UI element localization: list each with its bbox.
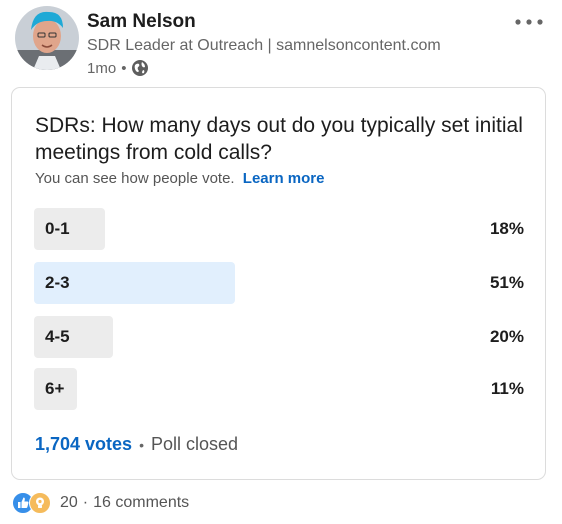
- poll-option: 4-5 20%: [34, 316, 524, 358]
- insightful-icon: [29, 492, 51, 514]
- post-timestamp: 1mo: [87, 59, 117, 77]
- poll-option: 2-3 51%: [34, 262, 524, 304]
- poll-visibility-note: You can see how people vote. Learn more: [35, 170, 324, 187]
- globe-icon: [131, 59, 149, 77]
- poll-option-percent: 18%: [489, 219, 524, 238]
- poll-status: Poll closed: [150, 434, 239, 454]
- footer-separator: •: [139, 436, 144, 453]
- meta-separator: •: [121, 59, 127, 77]
- poll-card: SDRs: How many days out do you typically…: [11, 87, 546, 480]
- avatar-image: [15, 6, 79, 70]
- poll-option-label: 6+: [45, 379, 65, 398]
- learn-more-link[interactable]: Learn more: [243, 170, 325, 187]
- social-counts: 20 · 16 comments: [12, 492, 189, 514]
- reaction-icons[interactable]: [12, 492, 60, 514]
- more-options-button[interactable]: [511, 11, 547, 33]
- poll-footer: 1,704 votes • Poll closed: [35, 434, 238, 455]
- author-name[interactable]: Sam Nelson: [87, 11, 196, 33]
- author-headline: SDR Leader at Outreach | samnelsonconten…: [87, 37, 441, 54]
- vote-count-link[interactable]: 1,704 votes: [35, 434, 132, 455]
- comments-count-link[interactable]: 16 comments: [93, 494, 189, 512]
- post-meta: 1mo •: [87, 59, 149, 77]
- poll-question: SDRs: How many days out do you typically…: [35, 114, 523, 164]
- social-separator: ·: [82, 494, 89, 511]
- ellipsis-icon: [515, 19, 543, 25]
- avatar[interactable]: [15, 6, 79, 70]
- poll-option-label: 2-3: [45, 273, 70, 292]
- poll-option-percent: 20%: [489, 327, 524, 346]
- poll-note-text: You can see how people vote.: [35, 170, 235, 187]
- poll-option-percent: 11%: [490, 379, 524, 398]
- poll-option-label: 4-5: [45, 327, 70, 346]
- poll-option-label: 0-1: [45, 219, 70, 238]
- reaction-count[interactable]: 20: [60, 494, 78, 512]
- poll-option: 0-1 18%: [34, 208, 524, 250]
- poll-option: 6+ 11%: [34, 368, 524, 410]
- poll-option-percent: 51%: [489, 273, 524, 292]
